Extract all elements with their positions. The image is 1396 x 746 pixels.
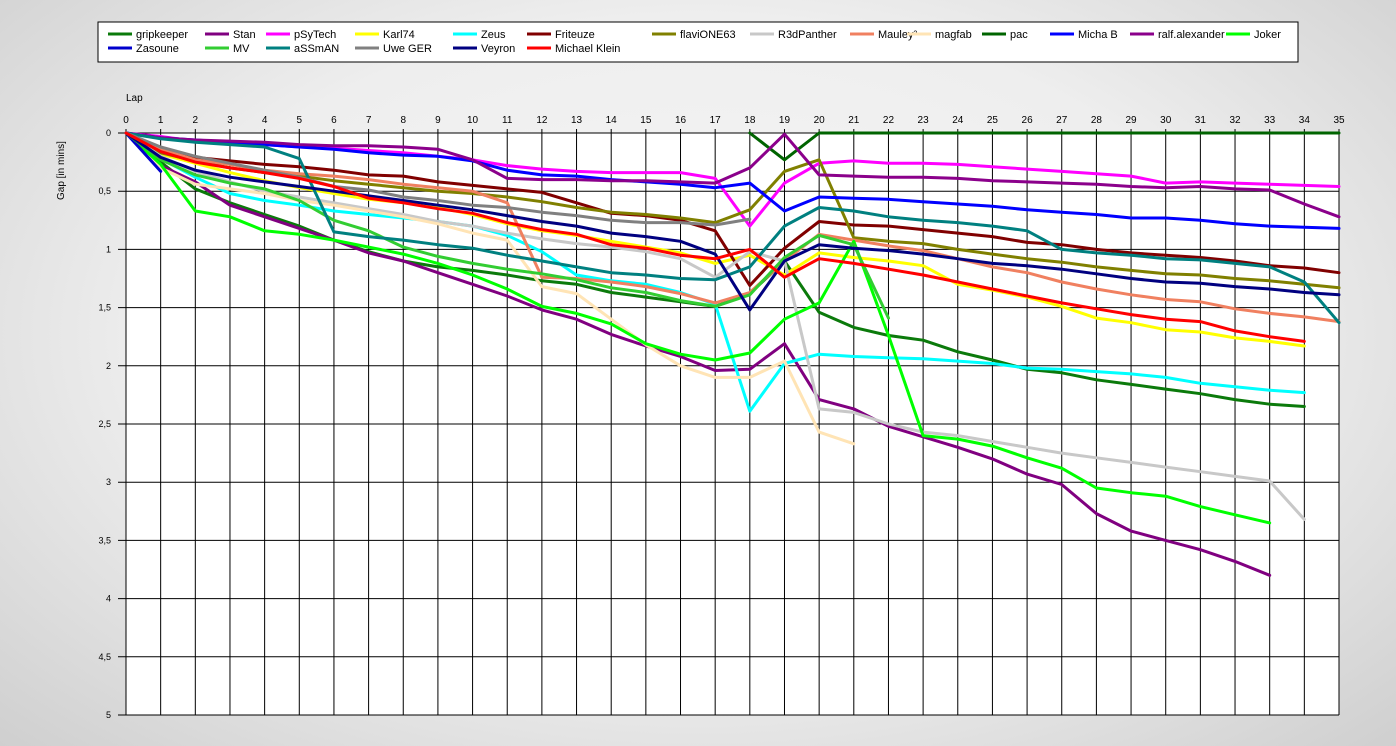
x-tick-label: 14 — [606, 115, 618, 126]
legend-entry: Friteuze — [555, 29, 595, 41]
y-tick-label: 2 — [106, 361, 111, 371]
x-tick-label: 19 — [779, 115, 791, 126]
legend-entry: pSyTech — [294, 29, 336, 41]
y-axis-label: Gap [in mins] — [56, 141, 67, 200]
legend-entry: Michael Klein — [555, 43, 620, 55]
legend-entry: Veyron — [481, 43, 515, 55]
x-tick-label: 11 — [502, 115, 513, 126]
legend-entry: MV — [233, 43, 250, 55]
legend-entry: Stan — [233, 29, 256, 41]
x-tick-label: 9 — [435, 115, 441, 126]
legend-entry: pac — [1010, 29, 1028, 41]
legend-entry: Zasoune — [136, 43, 179, 55]
y-tick-label: 1 — [106, 244, 111, 254]
x-tick-label: 32 — [1229, 115, 1241, 126]
legend-entry: magfab — [935, 29, 972, 41]
legend-entry: ralf.alexander — [1158, 29, 1225, 41]
legend-entry: Karl74 — [383, 29, 415, 41]
x-tick-label: 31 — [1195, 115, 1207, 126]
y-tick-label: 3 — [106, 477, 111, 487]
x-axis-label: Lap — [126, 93, 143, 104]
x-tick-label: 26 — [1022, 115, 1034, 126]
x-tick-label: 2 — [193, 115, 199, 126]
y-tick-label: 4,5 — [98, 652, 111, 662]
y-tick-label: 1,5 — [98, 303, 111, 313]
y-tick-label: 4 — [106, 594, 111, 604]
legend-entry: R3dPanther — [778, 29, 837, 41]
x-tick-label: 1 — [158, 115, 164, 126]
x-tick-label: 23 — [918, 115, 930, 126]
x-tick-label: 7 — [366, 115, 372, 126]
legend: gripkeeper Stan pSyTech Karl74 Zeus Friteuze f… — [97, 21, 1299, 63]
x-tick-label: 5 — [297, 115, 303, 126]
x-tick-label: 35 — [1333, 115, 1345, 126]
x-tick-label: 25 — [987, 115, 999, 126]
x-tick-label: 28 — [1091, 115, 1103, 126]
x-tick-label: 24 — [952, 115, 964, 126]
x-tick-label: 0 — [123, 115, 129, 126]
x-tick-label: 21 — [848, 115, 860, 126]
legend-entry: Zeus — [481, 29, 506, 41]
x-tick-label: 17 — [710, 115, 722, 126]
x-tick-label: 33 — [1264, 115, 1276, 126]
race-gap-chart: 0 1 2 3 4 5 6 7 8 9 10 11 12 13 14 15 16 17 18 19 20 21 22 23 24… — [56, 21, 1345, 720]
x-tick-label: 30 — [1160, 115, 1172, 126]
x-tick-label: 3 — [227, 115, 233, 126]
y-tick-label: 2,5 — [98, 419, 111, 429]
legend-entry: aSSmAN — [294, 43, 339, 55]
x-tick-label: 13 — [571, 115, 583, 126]
x-tick-label: 34 — [1299, 115, 1311, 126]
x-tick-label: 10 — [467, 115, 479, 126]
y-tick-label: 0,5 — [98, 186, 111, 196]
x-tick-label: 29 — [1125, 115, 1137, 126]
x-tick-label: 27 — [1056, 115, 1068, 126]
y-tick-label: 5 — [106, 710, 111, 720]
legend-entry: Joker — [1254, 29, 1281, 41]
x-tick-label: 4 — [262, 115, 268, 126]
x-tick-label: 15 — [640, 115, 652, 126]
legend-entry: flaviONE63 — [680, 29, 736, 41]
legend-entry: Uwe GER — [383, 43, 432, 55]
x-tick-label: 16 — [675, 115, 687, 126]
x-tick-label: 18 — [744, 115, 756, 126]
x-tick-label: 22 — [883, 115, 895, 126]
x-tick-label: 8 — [400, 115, 406, 126]
y-tick-label: 0 — [106, 128, 111, 138]
y-tick-label: 3,5 — [98, 535, 111, 545]
legend-entry: Micha B — [1078, 29, 1118, 41]
x-tick-label: 12 — [536, 115, 548, 126]
legend-box — [97, 21, 1299, 63]
x-tick-label: 6 — [331, 115, 337, 126]
legend-entry: gripkeeper — [136, 29, 188, 41]
x-tick-label: 20 — [814, 115, 826, 126]
